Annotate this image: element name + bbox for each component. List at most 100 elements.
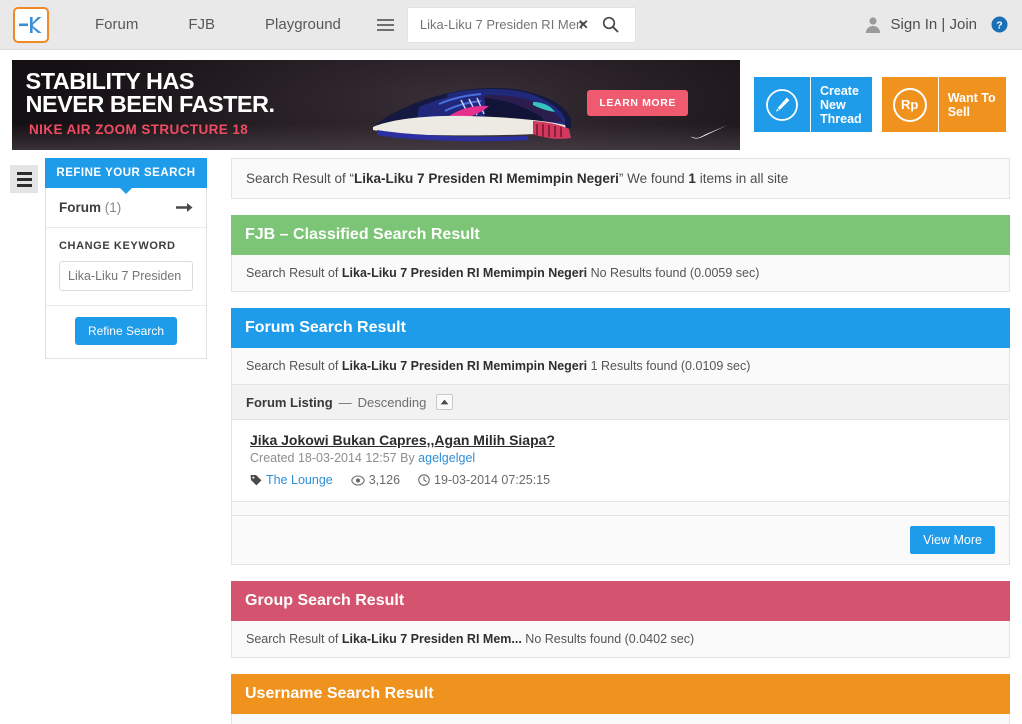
- toggle-bar-2: [16, 177, 32, 181]
- nav-item-playground[interactable]: Playground: [251, 16, 355, 33]
- panel-group-note: Search Result of Lika-Liku 7 Presiden RI…: [231, 621, 1010, 658]
- banner-row: STABILITY HAS NEVER BEEN FASTER. NIKE AI…: [0, 50, 1022, 150]
- panel-forum-note-query: Lika-Liku 7 Presiden RI Memimpin Negeri: [341, 359, 588, 373]
- panel-fjb-title: FJB – Classified Search Result: [231, 215, 1010, 255]
- forum-listing-dash: —: [338, 394, 352, 410]
- summary-count: 1: [688, 171, 696, 186]
- create-new-thread-button[interactable]: Create New Thread: [754, 77, 872, 132]
- summary-suffix: items in all site: [695, 171, 789, 186]
- top-navigation-bar: Forum FJB Playground ✕ S: [0, 0, 1022, 50]
- thread-created-label: Created 18-03-2014 12:57 By: [250, 451, 419, 465]
- tag-icon: [250, 475, 262, 486]
- ad-learn-more-button[interactable]: LEARN MORE: [587, 90, 688, 116]
- nav-item-forum[interactable]: Forum: [81, 16, 152, 33]
- sidebar-item-forum[interactable]: Forum (1): [46, 188, 206, 228]
- thread-created-meta: Created 18-03-2014 12:57 By agelgelgel: [250, 451, 995, 465]
- primary-nav: Forum FJB Playground: [81, 16, 355, 33]
- panel-group: Group Search Result Search Result of Lik…: [231, 581, 1010, 658]
- panel-fjb-note-query: Lika-Liku 7 Presiden RI Memimpin Negeri: [341, 266, 588, 280]
- search-submit-button[interactable]: [591, 8, 631, 42]
- thread-category[interactable]: The Lounge: [250, 473, 333, 487]
- results-spacer: [231, 502, 1010, 516]
- change-keyword-input[interactable]: [59, 261, 193, 291]
- ad-subline: NIKE AIR ZOOM STRUCTURE 18: [29, 122, 249, 137]
- thread-title-link[interactable]: Jika Jokowi Bukan Capres,,Agan Milih Sia…: [250, 432, 555, 448]
- panel-forum-note-suffix: 1 Results found (0.0109 sec): [587, 359, 751, 373]
- toggle-bar-1: [16, 171, 32, 175]
- thread-author-link[interactable]: agelgelgel: [418, 451, 475, 465]
- sign-in-join-text[interactable]: Sign In | Join: [891, 16, 977, 33]
- pencil-icon: [766, 88, 798, 121]
- panel-group-note-suffix: No Results found (0.0402 sec): [521, 632, 695, 646]
- forum-listing-bar: Forum Listing — Descending: [231, 385, 1010, 420]
- panel-fjb-note-suffix: No Results found (0.0059 sec): [587, 266, 760, 280]
- panel-username: Username Search Result Search Result of …: [231, 674, 1010, 724]
- refine-search-body: Forum (1) CHANGE KEYWORD Refine Search: [45, 188, 207, 359]
- thread-category-link[interactable]: The Lounge: [266, 473, 333, 487]
- forum-listing-label: Forum Listing: [246, 394, 333, 410]
- nav-item-fjb[interactable]: FJB: [174, 16, 229, 33]
- panel-username-note: Search Result of Lika-Liku 7 Presiden RI…: [231, 714, 1010, 724]
- refine-search-sidebar: REFINE YOUR SEARCH Forum (1) CHANGE KEYW…: [45, 158, 207, 359]
- thread-last-post-time: 19-03-2014 07:25:15: [434, 473, 551, 487]
- help-button[interactable]: ?: [991, 16, 1008, 33]
- rupiah-icon: Rp: [892, 87, 927, 122]
- search-category-menu-button[interactable]: [371, 8, 401, 42]
- thread-last-post: 19-03-2014 07:25:15: [418, 473, 550, 487]
- panel-group-note-query: Lika-Liku 7 Presiden RI Mem...: [341, 632, 522, 646]
- avatar: [864, 16, 882, 34]
- arrow-right-icon: [176, 203, 193, 212]
- panel-group-title: Group Search Result: [231, 581, 1010, 621]
- quick-action-buttons: Create New Thread Rp Want To Sell: [754, 60, 1006, 132]
- search-box[interactable]: ✕: [406, 6, 636, 43]
- view-more-bar: View More: [231, 516, 1010, 565]
- question-mark-icon: ?: [991, 16, 1008, 33]
- ad-headline: STABILITY HAS NEVER BEEN FASTER.: [26, 70, 275, 116]
- advertisement-banner[interactable]: STABILITY HAS NEVER BEEN FASTER. NIKE AI…: [12, 60, 740, 150]
- change-keyword-block: CHANGE KEYWORD: [46, 228, 206, 306]
- panel-group-note-prefix: Search Result of: [246, 632, 342, 646]
- panel-forum-note: Search Result of Lika-Liku 7 Presiden RI…: [231, 348, 1010, 385]
- ad-headline-line1: STABILITY HAS: [25, 68, 195, 94]
- search-area: ✕: [371, 6, 636, 43]
- search-input[interactable]: [417, 9, 586, 40]
- panel-fjb-note: Search Result of Lika-Liku 7 Presiden RI…: [231, 255, 1010, 292]
- forum-listing-order: Descending: [357, 394, 427, 410]
- search-clear-icon[interactable]: ✕: [578, 17, 589, 33]
- menu-bar-3: [377, 28, 395, 31]
- clock-icon: [418, 474, 430, 486]
- change-keyword-label: CHANGE KEYWORD: [59, 240, 176, 252]
- menu-bar-1: [377, 18, 395, 21]
- kaskus-logo[interactable]: [13, 6, 49, 43]
- kaskus-logo-icon: [19, 16, 42, 33]
- summary-query: Lika-Liku 7 Presiden RI Memimpin Negeri: [354, 171, 619, 186]
- search-icon: [603, 16, 619, 33]
- account-area: Sign In | Join ?: [864, 16, 1008, 34]
- refine-search-footer: Refine Search: [46, 306, 206, 358]
- want-to-sell-button[interactable]: Rp Want To Sell: [881, 77, 1006, 132]
- sidebar-collapse-button[interactable]: [10, 165, 38, 193]
- thread-views: 3,126: [350, 473, 401, 487]
- want-to-sell-label: Want To Sell: [937, 77, 1006, 132]
- page-body: REFINE YOUR SEARCH Forum (1) CHANGE KEYW…: [0, 150, 1022, 724]
- summary-prefix: Search Result of “: [246, 171, 355, 186]
- toggle-bar-3: [16, 183, 32, 187]
- view-more-button[interactable]: View More: [910, 526, 995, 554]
- thread-views-count: 3,126: [368, 473, 401, 487]
- want-to-sell-icon-wrap: Rp: [881, 77, 938, 132]
- nike-swoosh-icon: [690, 125, 728, 139]
- search-summary: Search Result of “Lika-Liku 7 Presiden R…: [231, 158, 1010, 199]
- create-new-thread-icon-wrap: [754, 77, 810, 132]
- panel-forum-title: Forum Search Result: [231, 308, 1010, 348]
- summary-middle: ” We found: [618, 171, 689, 186]
- refine-search-title: REFINE YOUR SEARCH: [45, 158, 207, 194]
- eye-icon: [350, 474, 365, 486]
- refine-search-button[interactable]: Refine Search: [74, 317, 178, 345]
- svg-text:?: ?: [996, 19, 1002, 31]
- panel-fjb: FJB – Classified Search Result Search Re…: [231, 215, 1010, 292]
- panel-forum-note-prefix: Search Result of: [246, 359, 342, 373]
- ad-shoe-image: [373, 87, 571, 142]
- thread-stats: The Lounge 3,126 19-03-2014 07:25:15: [250, 473, 995, 487]
- sort-order-toggle-button[interactable]: [436, 394, 454, 410]
- table-row[interactable]: Jika Jokowi Bukan Capres,,Agan Milih Sia…: [231, 420, 1010, 502]
